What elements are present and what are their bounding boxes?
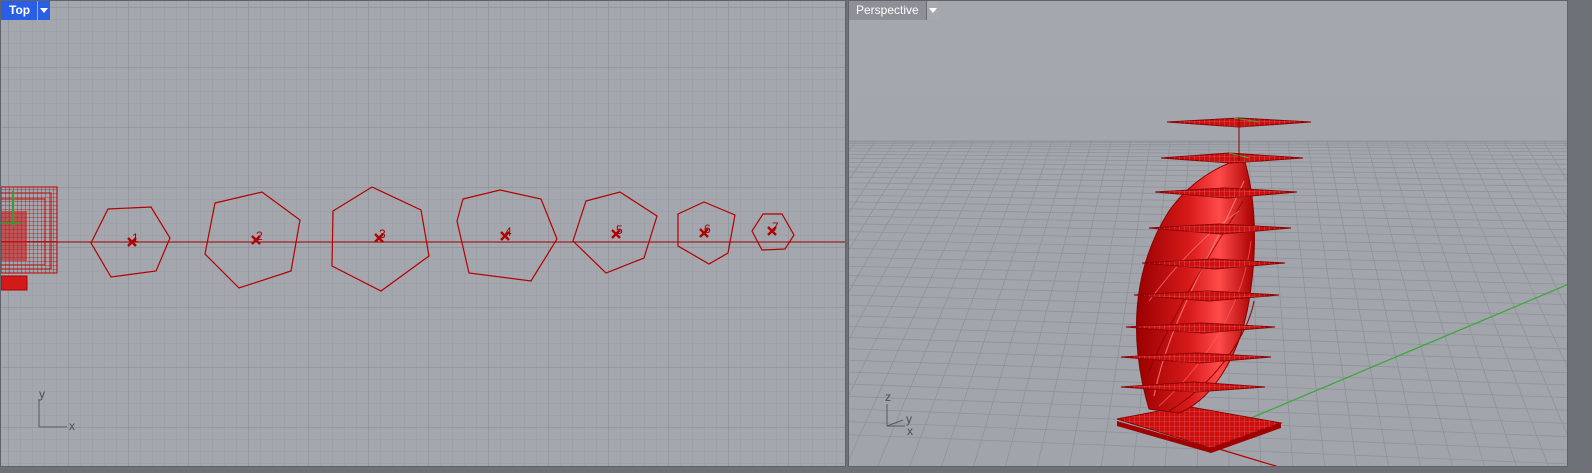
- axis-label-x: x: [69, 419, 75, 433]
- axis-label-y: y: [39, 387, 45, 401]
- point-label-5: 5: [616, 223, 623, 237]
- point-label-6: 6: [704, 222, 711, 236]
- major-grid: [1, 1, 845, 466]
- point-label-1: 1: [132, 231, 139, 245]
- perspective-view-canvas[interactable]: z y x: [849, 1, 1568, 467]
- top-viewport[interactable]: 1 2 3 4 5 6 7 y x Top: [0, 0, 846, 467]
- axis-label-z: z: [885, 390, 891, 404]
- axis-label-x: x: [907, 424, 913, 438]
- point-label-4: 4: [505, 225, 512, 239]
- tab-perspective-viewport[interactable]: Perspective: [849, 1, 939, 20]
- top-view-canvas[interactable]: 1 2 3 4 5 6 7 y x: [1, 1, 846, 467]
- tab-top-viewport[interactable]: Top: [1, 1, 51, 20]
- point-label-2: 2: [256, 229, 263, 243]
- point-label-7: 7: [772, 220, 779, 234]
- perspective-viewport[interactable]: z y x Perspective: [848, 0, 1568, 467]
- chevron-down-icon[interactable]: [37, 1, 50, 20]
- point-label-3: 3: [379, 227, 386, 241]
- bottom-edge-strip: [0, 467, 1592, 473]
- viewport-title: Top: [9, 3, 31, 17]
- chevron-down-icon[interactable]: [925, 1, 939, 20]
- viewport-title: Perspective: [856, 3, 919, 17]
- right-edge-strip: [1568, 0, 1592, 467]
